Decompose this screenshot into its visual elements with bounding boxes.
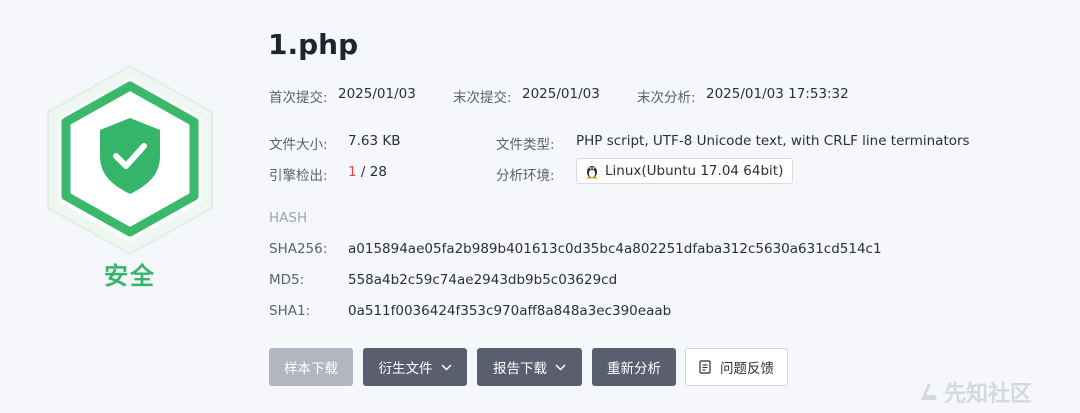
file-size-value: 7.63 KB [348,133,401,149]
md5-value: 558a4b2c59c74ae2943db9b5c03629cd [348,272,618,288]
watermark-text: 先知社区 [944,382,1033,407]
shield-check-icon [47,64,213,256]
derived-files-dropdown[interactable]: 衍生文件 [363,348,467,386]
derived-files-label: 衍生文件 [378,361,433,377]
reanalyze-label: 重新分析 [607,361,661,377]
first-submit-value: 2025/01/03 [338,86,416,102]
feedback-label: 问题反馈 [720,361,774,377]
report-download-label: 报告下载 [493,361,547,377]
safety-badge [36,60,224,260]
hash-section-title: HASH [269,210,308,226]
engine-separator: / [356,164,370,180]
analysis-env-value: Linux(Ubuntu 17.04 64bit) [605,163,784,179]
verdict-label: 安全 [104,262,156,290]
engine-total-count: 28 [369,164,387,180]
engine-hit-count: 1 [348,164,357,180]
sha256-value: a015894ae05fa2b989b401613c0d35bc4a802251… [348,241,882,257]
analysis-env-label: 分析环境: [496,168,555,184]
sample-download-label: 样本下载 [284,361,338,377]
file-type-value: PHP script, UTF-8 Unicode text, with CRL… [576,133,970,149]
engine-detect-label: 引擎检出: [269,168,328,184]
file-type-label: 文件类型: [496,137,555,153]
feedback-button[interactable]: 问题反馈 [685,348,788,386]
first-submit-label: 首次提交: [269,90,328,106]
file-name-title: 1.php [268,28,359,61]
last-submit-value: 2025/01/03 [522,86,600,102]
sample-download-button[interactable]: 样本下载 [269,348,353,386]
engine-detect-value: 1 / 28 [348,164,387,180]
linux-penguin-icon [587,166,597,179]
document-edit-icon [699,360,711,374]
analysis-env-badge: Linux(Ubuntu 17.04 64bit) [576,158,794,184]
last-analysis-label: 末次分析: [637,90,696,106]
md5-label: MD5: [269,272,305,288]
chevron-down-icon [440,363,452,371]
sha1-value: 0a511f0036424f353c970aff8a848a3ec390eaab [348,303,672,319]
xianzhi-logo-icon [921,384,937,400]
last-analysis-value: 2025/01/03 17:53:32 [706,86,849,102]
sha256-label: SHA256: [269,241,328,257]
sha1-label: SHA1: [269,303,311,319]
last-submit-label: 末次提交: [453,90,512,106]
report-download-dropdown[interactable]: 报告下载 [477,348,582,386]
reanalyze-button[interactable]: 重新分析 [592,348,676,386]
file-size-label: 文件大小: [269,137,328,153]
watermark: 先知社区 [918,376,1032,408]
chevron-down-icon [555,363,566,371]
